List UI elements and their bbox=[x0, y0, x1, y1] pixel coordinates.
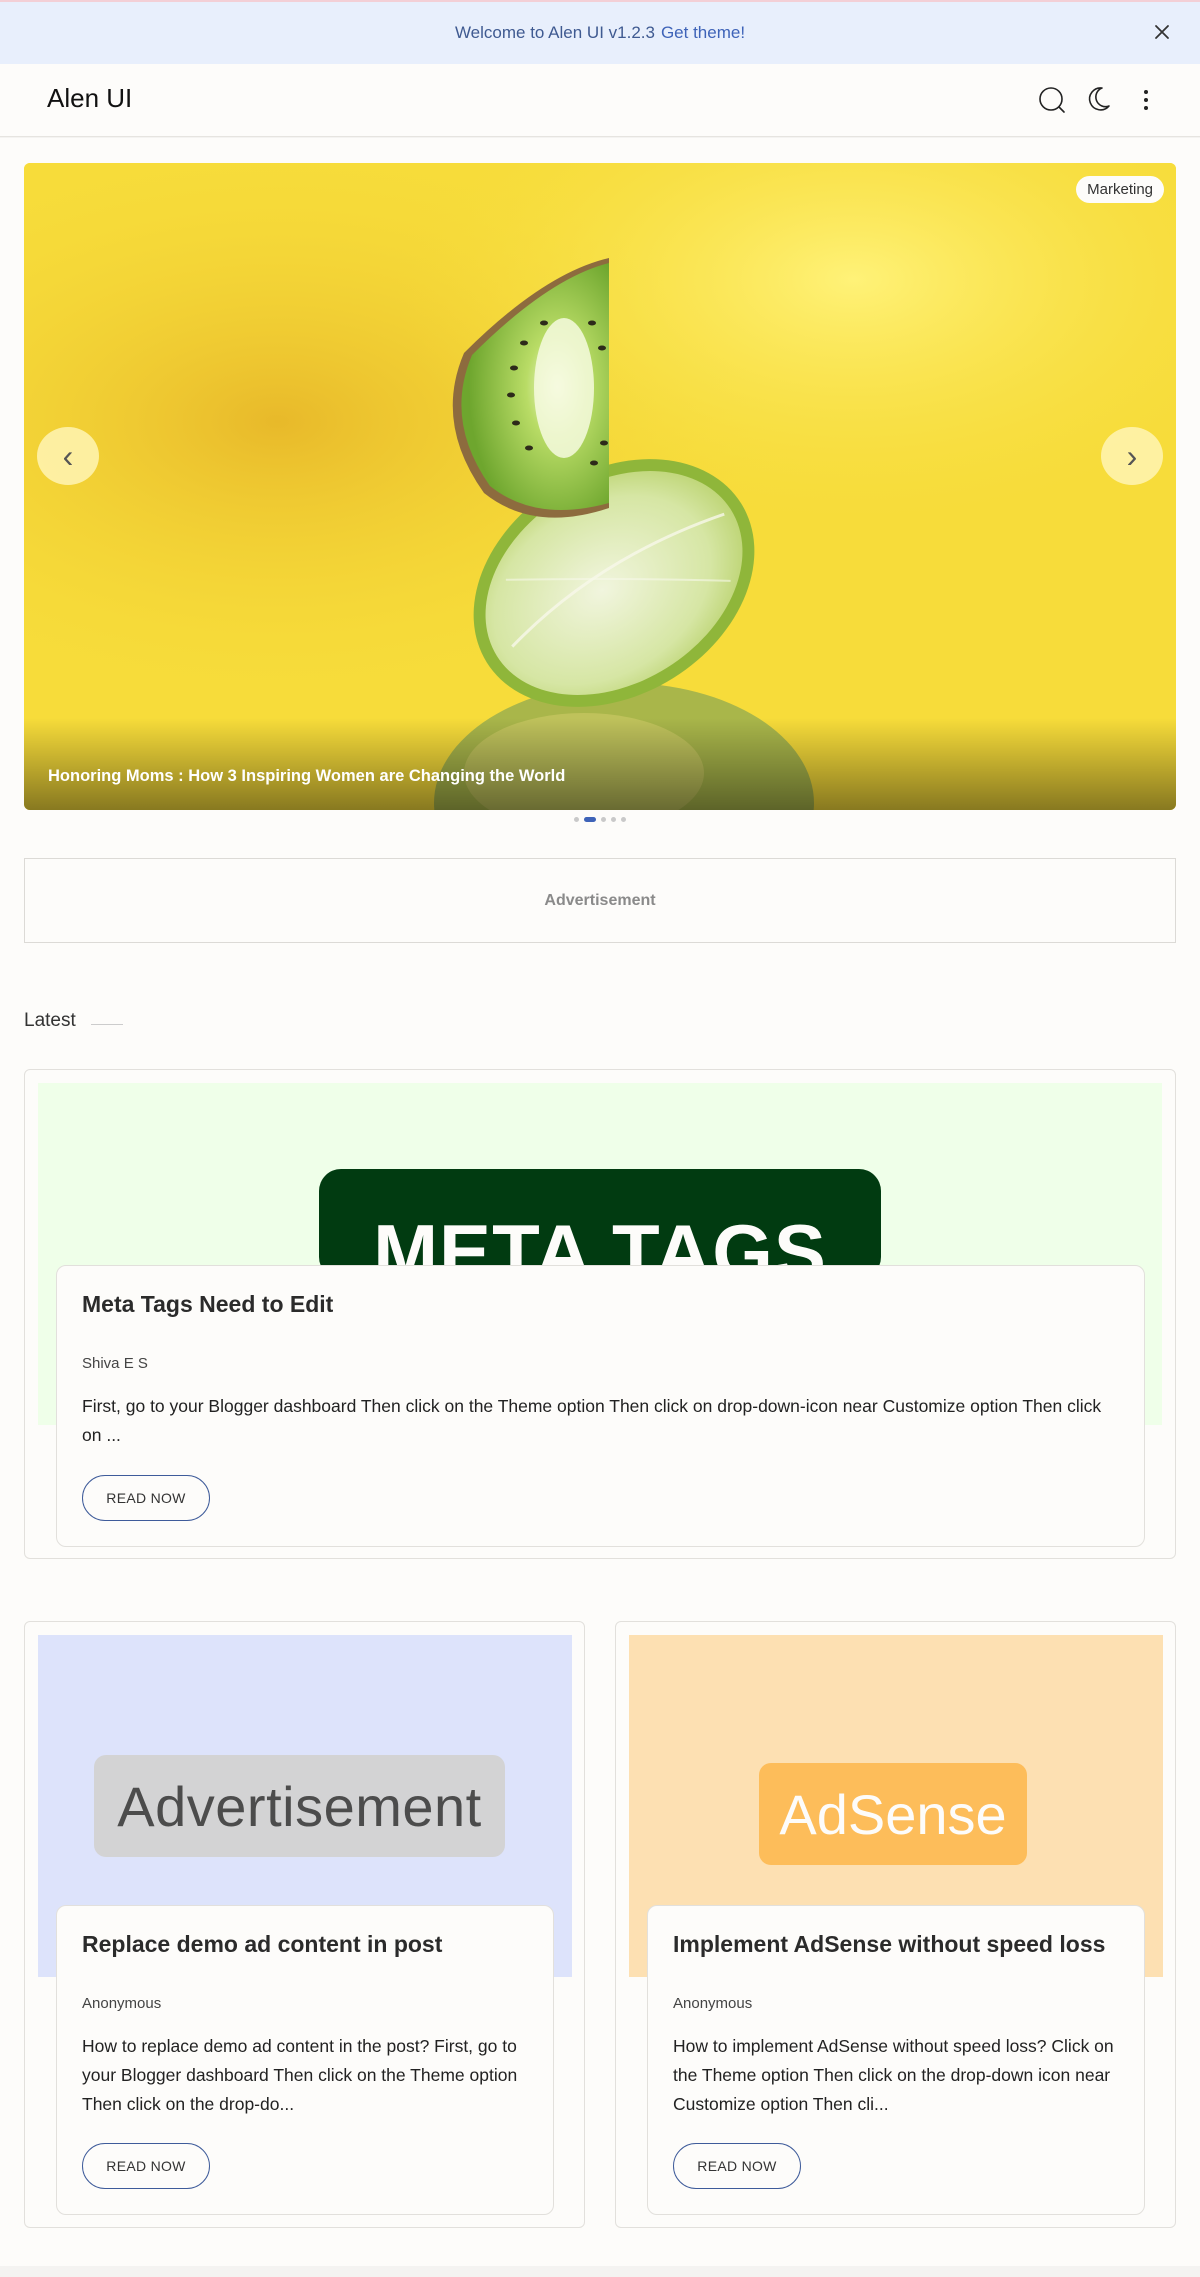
post-author[interactable]: Anonymous bbox=[673, 1995, 752, 2012]
thumbnail-badge: META TAGS bbox=[319, 1169, 881, 1279]
post-title[interactable]: Meta Tags Need to Edit bbox=[82, 1291, 333, 1318]
post-author[interactable]: Shiva E S bbox=[82, 1355, 148, 1372]
main-content: Marketing ‹ › Honoring Moms : How 3 Insp… bbox=[0, 138, 1200, 2266]
site-header: Alen UI bbox=[0, 64, 1200, 137]
search-icon[interactable] bbox=[1036, 84, 1068, 116]
slider-dot[interactable] bbox=[574, 817, 579, 822]
post-content: Implement AdSense without speed loss Ano… bbox=[647, 1905, 1145, 2215]
post-excerpt: How to implement AdSense without speed l… bbox=[673, 2036, 1114, 2114]
slide-title[interactable]: Honoring Moms : How 3 Inspiring Women ar… bbox=[48, 767, 565, 786]
category-badge[interactable]: Marketing bbox=[1076, 176, 1164, 203]
moon-icon[interactable] bbox=[1083, 84, 1115, 116]
featured-slider[interactable]: Marketing ‹ › Honoring Moms : How 3 Insp… bbox=[24, 163, 1176, 810]
slider-next-button[interactable]: › bbox=[1101, 427, 1163, 485]
close-icon[interactable] bbox=[1150, 20, 1174, 44]
slide-image bbox=[24, 163, 1176, 810]
post-card[interactable]: META TAGS Meta Tags Need to Edit Shiva E… bbox=[24, 1069, 1176, 1559]
read-now-button[interactable]: READ NOW bbox=[673, 2143, 801, 2189]
post-card[interactable]: Advertisement Replace demo ad content in… bbox=[24, 1621, 585, 2228]
section-divider bbox=[91, 1024, 123, 1025]
thumbnail-text: Advertisement bbox=[117, 1774, 482, 1838]
post-author[interactable]: Anonymous bbox=[82, 1995, 161, 2012]
slider-dot[interactable] bbox=[611, 817, 616, 822]
slider-dot[interactable] bbox=[601, 817, 606, 822]
chevron-right-icon: › bbox=[1126, 437, 1138, 474]
announcement-bar: Welcome to Alen UI v1.2.3 Get theme! bbox=[0, 0, 1200, 64]
read-now-button[interactable]: READ NOW bbox=[82, 1475, 210, 1521]
thumbnail-badge: Advertisement bbox=[94, 1755, 505, 1857]
announcement-text: Welcome to Alen UI v1.2.3 bbox=[454, 23, 655, 42]
read-now-button[interactable]: READ NOW bbox=[82, 2143, 210, 2189]
post-title[interactable]: Replace demo ad content in post bbox=[82, 1931, 442, 1958]
post-title[interactable]: Implement AdSense without speed loss bbox=[673, 1931, 1105, 1958]
get-theme-link[interactable]: Get theme! bbox=[661, 23, 745, 43]
advertisement-box: Advertisement bbox=[24, 858, 1176, 943]
caption-overlay bbox=[24, 718, 1176, 810]
post-content: Replace demo ad content in post Anonymou… bbox=[56, 1905, 554, 2215]
more-vertical-icon[interactable] bbox=[1130, 84, 1162, 116]
slider-dot[interactable] bbox=[621, 817, 626, 822]
thumbnail-text: AdSense bbox=[779, 1782, 1007, 1846]
post-excerpt: First, go to your Blogger dashboard Then… bbox=[82, 1396, 1102, 1445]
post-card[interactable]: AdSense Implement AdSense without speed … bbox=[615, 1621, 1176, 2228]
slider-dot-active[interactable] bbox=[584, 817, 596, 822]
post-content: Meta Tags Need to Edit Shiva E S First, … bbox=[56, 1265, 1145, 1547]
chevron-left-icon: ‹ bbox=[62, 437, 74, 474]
advertisement-label: Advertisement bbox=[544, 891, 656, 909]
slider-prev-button[interactable]: ‹ bbox=[37, 427, 99, 485]
slider-pagination bbox=[0, 817, 1200, 822]
site-logo[interactable]: Alen UI bbox=[47, 83, 132, 114]
thumbnail-badge: AdSense bbox=[759, 1763, 1027, 1865]
section-title-latest: Latest bbox=[24, 1010, 76, 1031]
post-excerpt: How to replace demo ad content in the po… bbox=[82, 2036, 518, 2114]
